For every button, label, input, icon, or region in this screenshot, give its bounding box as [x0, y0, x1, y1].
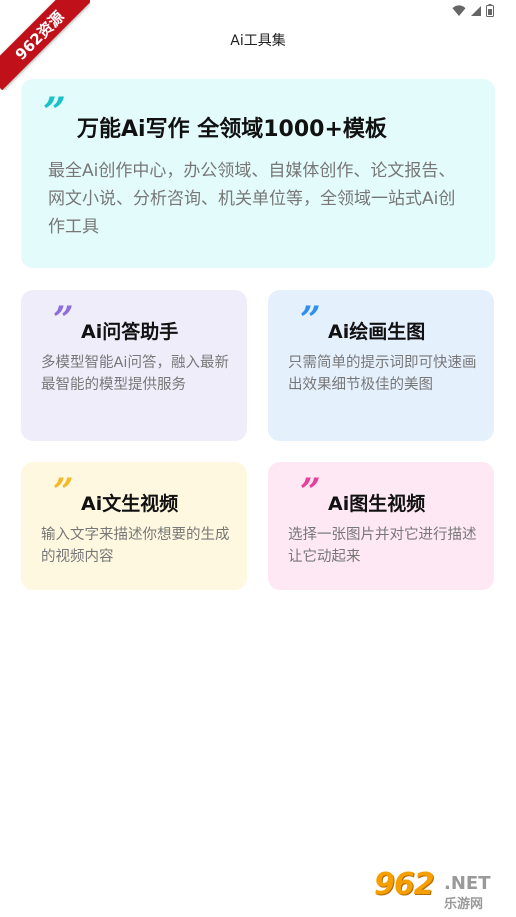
page-title: Ai工具集: [230, 33, 286, 49]
watermark-domain: .NET: [444, 873, 491, 894]
ai-drawing-card[interactable]: ” Ai绘画生图 只需简单的提示词即可快速画出效果细节极佳的美图: [268, 290, 494, 441]
ai-qa-description: 多模型智能Ai问答，融入最新最智能的模型提供服务: [41, 355, 229, 393]
quote-mark-icon: ”: [53, 299, 74, 341]
ai-image-to-video-title: Ai图生视频: [328, 493, 426, 515]
site-watermark-logo: 962 .NET 乐游网: [370, 867, 508, 912]
ai-drawing-title: Ai绘画生图: [328, 321, 426, 343]
status-icons: [452, 4, 494, 17]
ai-qa-card[interactable]: ” Ai问答助手 多模型智能Ai问答，融入最新最智能的模型提供服务: [21, 290, 247, 441]
watermark-number: 962: [374, 867, 435, 902]
ai-image-to-video-description: 选择一张图片并对它进行描述让它动起来: [288, 527, 477, 565]
signal-icon: [470, 5, 482, 17]
ai-writing-title: 万能Ai写作 全领域1000+模板: [77, 117, 387, 142]
ai-writing-description: 最全Ai创作中心，办公领域、自媒体创作、论文报告、网文小说、分析咨询、机关单位等…: [48, 161, 456, 237]
quote-mark-icon: ”: [53, 471, 74, 513]
quote-mark-icon: ”: [300, 471, 321, 513]
watermark-site-name: 乐游网: [444, 897, 484, 912]
ai-writing-card[interactable]: ” 万能Ai写作 全领域1000+模板 最全Ai创作中心，办公领域、自媒体创作、…: [21, 79, 495, 268]
ai-image-to-video-card[interactable]: ” Ai图生视频 选择一张图片并对它进行描述让它动起来: [268, 462, 494, 590]
ai-qa-title: Ai问答助手: [81, 321, 179, 343]
battery-icon: [486, 4, 494, 17]
quote-mark-icon: ”: [43, 89, 67, 136]
ai-drawing-description: 只需简单的提示词即可快速画出效果细节极佳的美图: [288, 355, 477, 393]
wifi-icon: [452, 4, 466, 17]
ai-text-to-video-title: Ai文生视频: [81, 493, 179, 515]
quote-mark-icon: ”: [300, 299, 321, 341]
ai-text-to-video-card[interactable]: ” Ai文生视频 输入文字来描述你想要的生成的视频内容: [21, 462, 247, 590]
ai-text-to-video-description: 输入文字来描述你想要的生成的视频内容: [41, 527, 230, 565]
